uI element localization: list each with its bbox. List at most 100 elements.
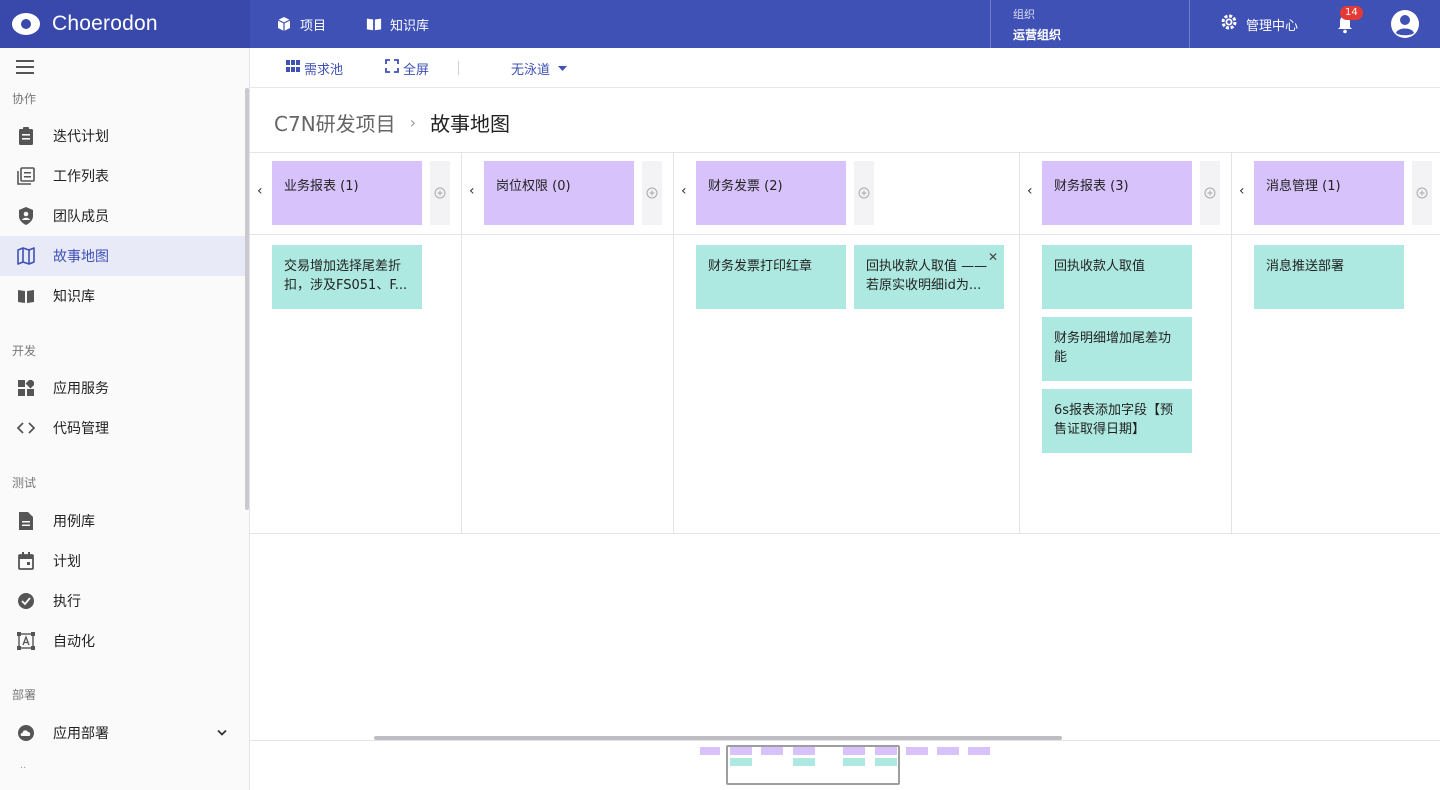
plus-circle-icon	[646, 184, 658, 203]
sidebar-item-work-list[interactable]: 工作列表	[0, 156, 245, 196]
top-nav-projects-label: 项目	[300, 18, 327, 34]
menu-toggle-icon[interactable]	[16, 60, 34, 74]
plus-circle-icon	[1204, 184, 1216, 203]
choerodon-logo-icon	[12, 13, 40, 35]
epic-title: 财务发票	[708, 179, 761, 194]
main-content: 需求池 全屏 无泳道 C7N研发项目 › 故事地图 ‹ 业务报表 (1) 交易增…	[250, 48, 1440, 790]
story-map-toolbar: 需求池 全屏 无泳道	[250, 48, 1440, 88]
gear-icon	[1220, 13, 1238, 35]
story-card[interactable]: 交易增加选择尾差折扣，涉及FS051、F...	[272, 245, 422, 309]
sidebar-item-knowledge[interactable]: 知识库	[0, 276, 245, 316]
epic-count: (3)	[1110, 179, 1129, 194]
story-map-board: ‹ 业务报表 (1) 交易增加选择尾差折扣，涉及FS051、F... ‹ 岗位权…	[250, 152, 1440, 534]
sidebar-item-execution[interactable]: 执行	[0, 581, 245, 621]
sidebar-item-story-map[interactable]: 故事地图	[0, 236, 245, 276]
sidebar-item-automation[interactable]: 自动化	[0, 621, 245, 661]
epic-card[interactable]: 消息管理 (1)	[1254, 161, 1404, 225]
sidebar-item-code-management[interactable]: 代码管理	[0, 408, 245, 448]
add-epic-button[interactable]	[1412, 161, 1432, 225]
sidebar-item-case-library[interactable]: 用例库	[0, 501, 245, 541]
collapse-chevron-icon[interactable]: ‹	[1239, 183, 1245, 199]
sidebar-item-app-services[interactable]: 应用服务	[0, 368, 245, 408]
backlog-label: 需求池	[304, 62, 344, 78]
sidebar-group-collaboration: 协作	[12, 92, 37, 106]
collapse-chevron-icon[interactable]: ‹	[257, 183, 263, 199]
story-card[interactable]: 消息推送部署	[1254, 245, 1404, 309]
book-icon	[16, 286, 36, 306]
minimap-viewport[interactable]	[726, 745, 900, 785]
org-switcher[interactable]: 组织 运营组织	[990, 0, 1190, 48]
breadcrumb-project[interactable]: C7N研发项目	[274, 108, 396, 137]
add-epic-button[interactable]	[854, 161, 874, 225]
epic-count: (2)	[764, 179, 783, 194]
admin-center-label: 管理中心	[1246, 18, 1299, 34]
minimap-divider	[250, 740, 1440, 741]
sidebar-item-app-deployment[interactable]: 应用部署	[0, 713, 245, 753]
story-title: 财务发票打印红章	[708, 259, 813, 274]
sidebar-item-label: 执行	[53, 594, 81, 610]
caret-down-icon	[558, 61, 568, 76]
sidebar-item-label: 用例库	[53, 514, 95, 530]
collapse-chevron-icon[interactable]: ‹	[1027, 183, 1033, 199]
minimap-epic	[937, 747, 959, 755]
epic-card[interactable]: 财务报表 (3)	[1042, 161, 1192, 225]
epic-column: ‹ 业务报表 (1) 交易增加选择尾差折扣，涉及FS051、F...	[250, 153, 462, 534]
swimlane-value: 无泳道	[511, 62, 551, 78]
add-epic-button[interactable]	[642, 161, 662, 225]
collapse-chevron-icon[interactable]: ‹	[681, 183, 687, 199]
minimap-epic	[700, 747, 720, 755]
epic-title: 业务报表	[284, 179, 337, 194]
epic-header-row: ‹ 岗位权限 (0)	[462, 153, 673, 235]
story-title: 消息推送部署	[1266, 259, 1345, 274]
epic-header-row: ‹ 消息管理 (1)	[1232, 153, 1440, 235]
add-epic-button[interactable]	[430, 161, 450, 225]
sidebar-item-team-members[interactable]: 团队成员	[0, 196, 245, 236]
top-nav-knowledge[interactable]: 知识库	[366, 15, 429, 34]
story-card[interactable]: 财务明细增加尾差功能	[1042, 317, 1192, 381]
epic-title: 岗位权限	[496, 179, 549, 194]
notification-badge: 14	[1340, 6, 1363, 20]
org-name: 运营组织	[1013, 28, 1062, 42]
sidebar-item-plan[interactable]: 计划	[0, 541, 245, 581]
backlog-button[interactable]: 需求池	[286, 48, 343, 88]
sidebar-item-label: 故事地图	[53, 249, 109, 265]
map-icon	[16, 246, 36, 266]
fullscreen-button[interactable]: 全屏	[385, 48, 429, 88]
epic-column: ‹ 财务报表 (3) 回执收款人取值 财务明细增加尾差功能 6s报表添加字段【预…	[1020, 153, 1232, 534]
sidebar-item-label: 自动化	[53, 634, 95, 650]
cloud-icon	[16, 723, 36, 743]
epic-card[interactable]: 岗位权限 (0)	[484, 161, 634, 225]
epic-count: (0)	[552, 179, 571, 194]
brand[interactable]: Choerodon	[0, 0, 250, 48]
story-card[interactable]: 财务发票打印红章	[696, 245, 846, 309]
epic-count: (1)	[1322, 179, 1341, 194]
close-icon[interactable]: ✕	[988, 248, 998, 267]
top-nav: 项目 知识库	[276, 0, 429, 48]
cube-icon	[276, 16, 292, 32]
epic-card[interactable]: 财务发票 (2)	[696, 161, 846, 225]
org-label: 组织	[1013, 8, 1035, 21]
add-epic-button[interactable]	[1200, 161, 1220, 225]
minimap-epic	[968, 747, 990, 755]
story-card[interactable]: 回执收款人取值	[1042, 245, 1192, 309]
sidebar-item-label: 应用服务	[53, 381, 109, 397]
user-avatar-icon[interactable]	[1390, 9, 1420, 39]
chevron-down-icon[interactable]	[217, 725, 227, 741]
apps-icon	[16, 378, 36, 398]
collapse-chevron-icon[interactable]: ‹	[469, 183, 475, 199]
swimlane-select[interactable]: 无泳道	[511, 48, 568, 88]
sidebar-item-sprint-plan[interactable]: 迭代计划	[0, 116, 245, 156]
top-nav-projects[interactable]: 项目	[276, 15, 326, 34]
story-card[interactable]: 6s报表添加字段【预售证取得日期】	[1042, 389, 1192, 453]
calendar-icon	[16, 551, 36, 571]
plus-circle-icon	[434, 184, 446, 203]
sidebar-scrollbar[interactable]	[245, 88, 249, 510]
story-title: 财务明细增加尾差功能	[1054, 331, 1172, 365]
sidebar-item-label: 应用部署	[53, 726, 109, 742]
breadcrumb-separator-icon: ›	[409, 113, 417, 132]
story-card[interactable]: 回执收款人取值 —— 若原实收明细id为... ✕	[854, 245, 1004, 309]
epic-card[interactable]: 业务报表 (1)	[272, 161, 422, 225]
admin-center-button[interactable]: 管理中心	[1220, 0, 1298, 48]
sidebar-group-development: 开发	[12, 344, 37, 358]
story-title: 回执收款人取值	[1054, 259, 1146, 274]
